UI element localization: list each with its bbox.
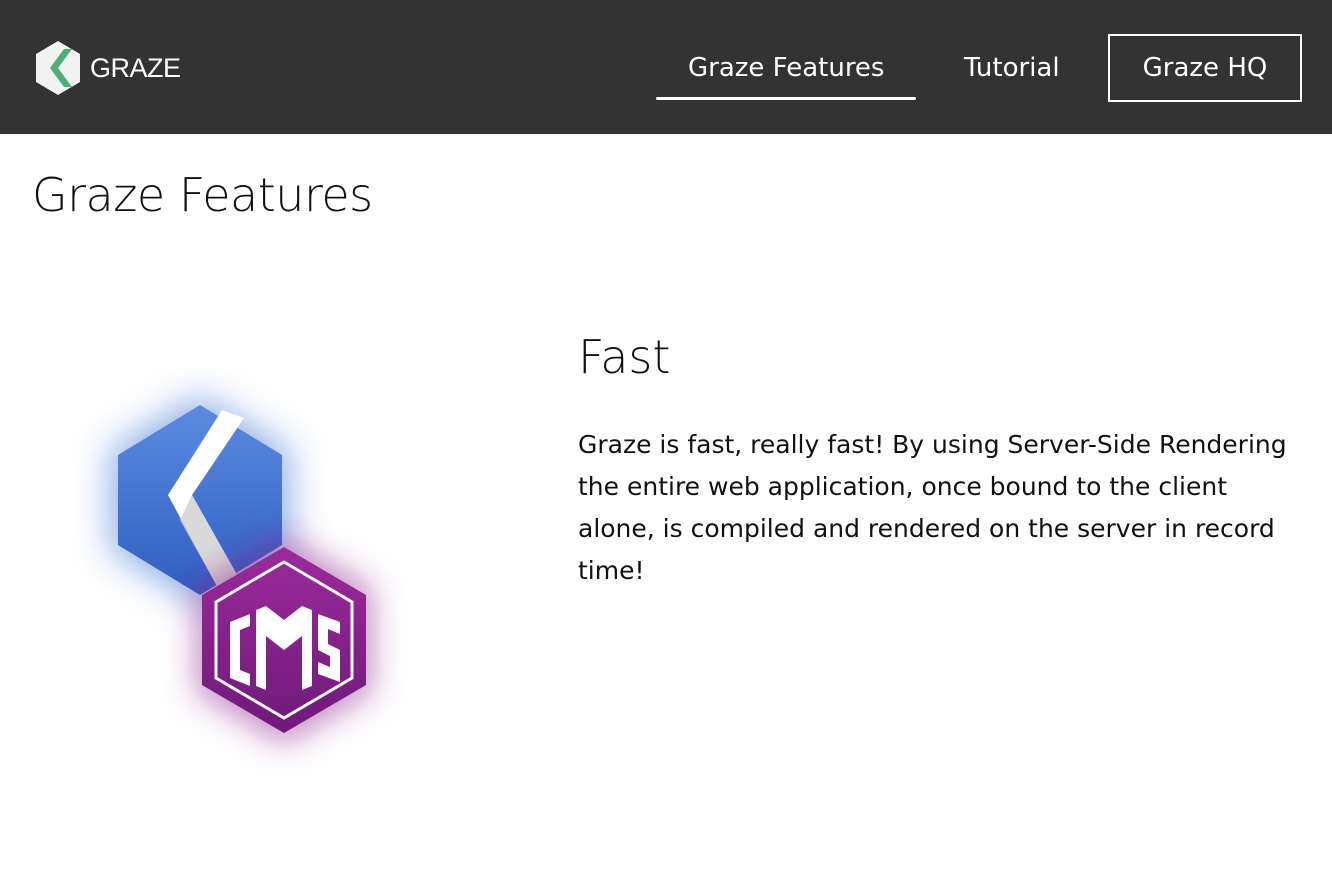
nav-graze-hq-button[interactable]: Graze HQ: [1108, 34, 1302, 102]
graze-logo-icon: [36, 41, 80, 95]
feature-description: Graze is fast, really fast! By using Ser…: [578, 430, 1287, 585]
brand-name: GRAZE: [90, 52, 181, 83]
graze-cms-logo-icon: [60, 370, 440, 790]
nav-graze-features[interactable]: Graze Features: [688, 53, 884, 83]
feature-title: Fast: [578, 330, 671, 384]
brand-logo-link[interactable]: GRAZE: [34, 41, 181, 95]
top-navbar: GRAZE Graze Features Tutorial Graze HQ: [0, 0, 1332, 134]
active-nav-indicator: [656, 97, 916, 100]
page-title: Graze Features: [32, 168, 373, 222]
nav-tutorial[interactable]: Tutorial: [964, 53, 1060, 83]
